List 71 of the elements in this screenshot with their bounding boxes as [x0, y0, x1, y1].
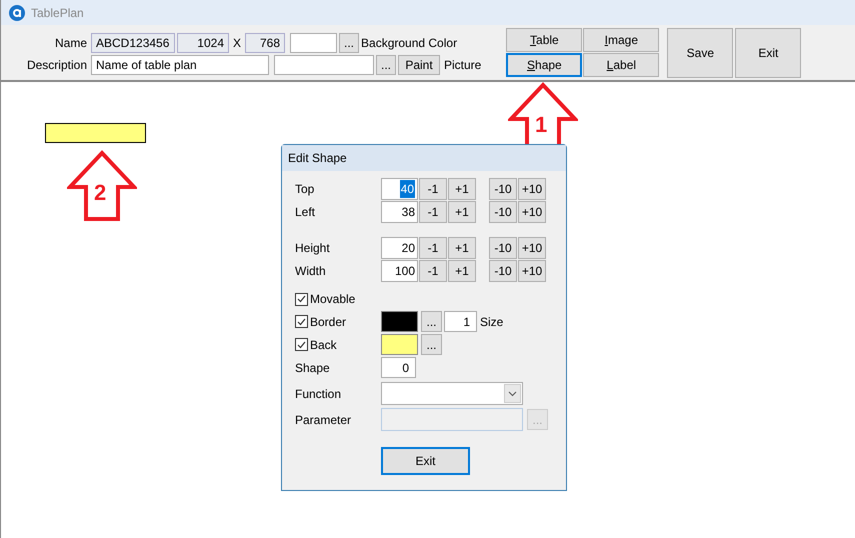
step-button[interactable]: +10	[518, 236, 546, 258]
step-button[interactable]: -1	[419, 260, 447, 282]
save-button[interactable]: Save	[667, 28, 734, 78]
step-button[interactable]: +1	[448, 236, 476, 258]
step-button[interactable]: +10	[518, 200, 546, 222]
step-button[interactable]: +1	[448, 178, 476, 200]
field-label: Left	[295, 204, 316, 220]
step-button[interactable]: -1	[419, 178, 447, 200]
window-title: TablePlan	[31, 4, 84, 22]
picture-field[interactable]	[274, 55, 374, 75]
height-field[interactable]: 768	[245, 33, 286, 53]
checkbox[interactable]	[295, 292, 308, 306]
checkbox-label: Movable	[310, 291, 356, 308]
number-field[interactable]: 40	[381, 178, 418, 200]
checkbox[interactable]	[295, 315, 308, 328]
field-label: Height	[295, 240, 331, 256]
checkmark-icon	[297, 295, 306, 303]
checkbox-label: Back	[310, 336, 337, 354]
mode-button[interactable]: Image	[583, 28, 660, 52]
color-field[interactable]	[290, 33, 338, 53]
paint-button[interactable]: Paint	[398, 55, 440, 75]
function-dropdown[interactable]	[381, 382, 523, 405]
mode-button[interactable]: Table	[506, 28, 582, 52]
number-field[interactable]: 38	[381, 200, 418, 222]
size-field[interactable]: 1	[444, 311, 477, 332]
step-button[interactable]: +10	[518, 260, 546, 282]
field-label: Shape	[295, 360, 331, 376]
name-field[interactable]: ABCD123456	[91, 33, 175, 53]
step-button[interactable]: +1	[448, 260, 476, 282]
picture-label: Picture	[443, 57, 482, 74]
background-color-label: Background Color	[361, 35, 458, 52]
chevron-down-icon	[504, 384, 521, 403]
color-swatch[interactable]	[381, 334, 418, 355]
field-label: Top	[295, 180, 316, 198]
annotation-number: 2	[94, 182, 106, 204]
shape-field[interactable]: 0	[381, 357, 416, 378]
annotation-number: 1	[535, 114, 548, 136]
exit-button[interactable]: Exit	[735, 28, 802, 78]
step-button[interactable]: -1	[419, 236, 447, 258]
step-button[interactable]: -10	[489, 178, 517, 200]
name-label: Name	[54, 35, 88, 52]
field-label: Width	[295, 262, 327, 280]
field-label: Parameter	[295, 412, 352, 428]
checkmark-icon	[297, 318, 306, 326]
mode-button[interactable]: Shape	[506, 53, 582, 77]
browse-button[interactable]: ...	[376, 55, 396, 75]
dialog-title: Edit Shape	[288, 150, 347, 167]
checkmark-icon	[297, 340, 306, 348]
number-field[interactable]: 20	[381, 236, 418, 258]
mode-button[interactable]: Label	[583, 53, 660, 77]
step-button[interactable]: -10	[489, 200, 517, 222]
field-label: Function	[295, 386, 342, 402]
step-button[interactable]: -10	[489, 236, 517, 258]
browse-button[interactable]: ...	[421, 311, 442, 332]
step-button[interactable]: -10	[489, 260, 517, 282]
description-field[interactable]: Name of table plan	[91, 55, 269, 75]
description-label: Description	[26, 57, 88, 74]
number-field[interactable]: 100	[381, 260, 418, 282]
step-button[interactable]: +1	[448, 200, 476, 222]
width-field[interactable]: 1024	[177, 33, 229, 53]
checkbox-label: Border	[310, 314, 346, 330]
size-label: Size	[480, 314, 504, 330]
browse-button[interactable]: ...	[339, 33, 360, 53]
checkbox[interactable]	[295, 338, 308, 351]
x-label: X	[232, 35, 242, 52]
step-button[interactable]: +10	[518, 178, 546, 200]
exit-button[interactable]: Exit	[381, 447, 470, 475]
browse-button[interactable]: ...	[421, 334, 442, 355]
step-button[interactable]: -1	[419, 200, 447, 222]
color-swatch[interactable]	[381, 311, 418, 332]
app-logo-icon	[9, 4, 25, 20]
